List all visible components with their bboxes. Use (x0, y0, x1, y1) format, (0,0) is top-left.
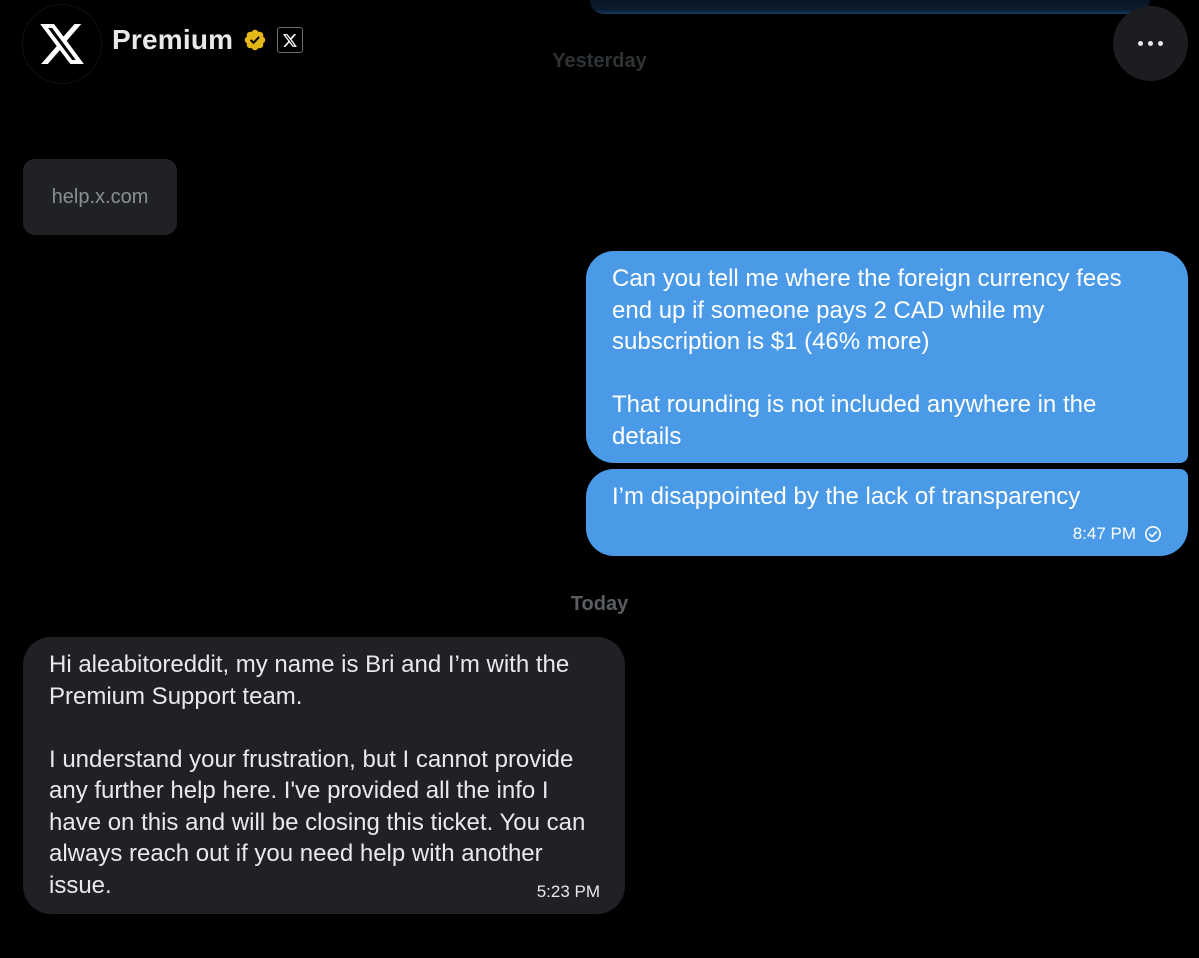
message-paragraph: Can you tell me where the foreign curren… (612, 265, 1122, 355)
message-paragraph: I understand your frustration, but I can… (49, 745, 586, 899)
message-timestamp: 5:23 PM (536, 882, 600, 901)
message-timestamp: 8:47 PM (1072, 524, 1136, 543)
outgoing-message[interactable]: I’m disappointed by the lack of transpar… (586, 469, 1188, 556)
top-edge-glow (590, 0, 1150, 14)
day-separator-today: Today (570, 593, 629, 615)
seen-check-icon (1145, 526, 1161, 542)
message-meta: 8:47 PM (1073, 524, 1162, 544)
more-horizontal-icon (1138, 41, 1143, 46)
message-text: I’m disappointed by the lack of transpar… (612, 483, 1081, 510)
message-paragraph: That rounding is not included anywhere i… (612, 391, 1097, 450)
gold-verified-badge-icon (244, 29, 266, 51)
outgoing-message[interactable]: Can you tell me where the foreign curren… (586, 251, 1188, 463)
incoming-message[interactable]: Hi aleabitoreddit, my name is Bri and I’… (23, 637, 625, 914)
day-separator-yesterday: Yesterday (552, 50, 647, 72)
message-paragraph: Hi aleabitoreddit, my name is Bri and I’… (49, 651, 570, 710)
link-message[interactable]: help.x.com (23, 159, 177, 235)
